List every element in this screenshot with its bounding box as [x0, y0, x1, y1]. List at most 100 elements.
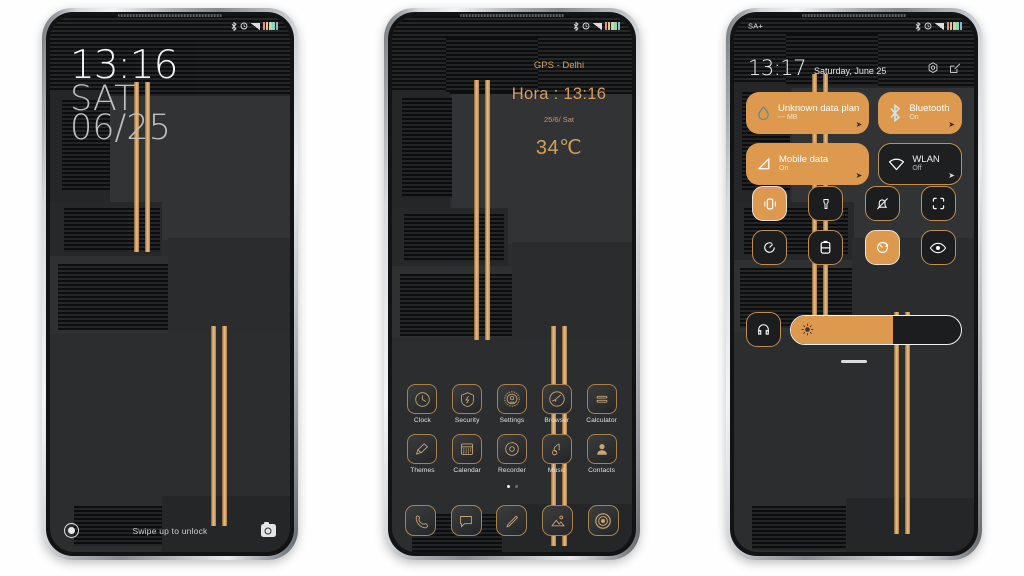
signal-icon: [592, 22, 602, 30]
app-label: Security: [454, 417, 480, 424]
camera-icon[interactable]: [587, 505, 619, 536]
tile-reading-mode[interactable]: [920, 230, 956, 265]
chevron-expand-icon[interactable]: ➤: [856, 120, 863, 129]
phone-bezel: SA+ 13:17 Saturday, June 25 Unknown data…: [730, 12, 978, 556]
mobile-data-icon: [756, 156, 772, 172]
app-item-settings[interactable]: Settings: [490, 384, 535, 424]
phone-icon[interactable]: [405, 505, 437, 536]
tile-subtitle: On: [779, 165, 789, 173]
screenshot-canvas: 13:16 SAT 06/25 Swipe up to unlock GPS -…: [0, 0, 1024, 576]
widget-temperature: 34℃: [535, 137, 583, 159]
tile-text: WLAN Off: [912, 155, 939, 174]
tile-text: Bluetooth On: [909, 104, 949, 123]
widget-time: Hora : 13:16: [511, 85, 607, 103]
page-dot-active[interactable]: [506, 485, 510, 488]
app-label: Calendar: [453, 467, 481, 474]
lockscreen-bottom-bar: Swipe up to unlock: [50, 522, 290, 538]
app-item-clock[interactable]: Clock: [400, 384, 445, 424]
headphone-icon[interactable]: [746, 312, 781, 347]
tile-vibrate[interactable]: [752, 186, 788, 221]
panel-drag-handle[interactable]: [841, 360, 867, 363]
music-note-icon: [541, 434, 572, 464]
clock-icon: [407, 384, 438, 414]
screen-quicksettings: SA+ 13:17 Saturday, June 25 Unknown data…: [734, 16, 974, 552]
tile-data-plan[interactable]: Unknown data plan --- MB ➤: [746, 92, 870, 134]
app-item-recorder[interactable]: Recorder: [490, 434, 535, 474]
brightness-slider[interactable]: [790, 314, 962, 345]
page-indicator: [392, 485, 632, 488]
clock-weather-widget[interactable]: GPS - Delhi Hora : 13:16 25/6/ Sat 34℃: [500, 60, 618, 160]
bluetooth-icon: [915, 21, 921, 31]
app-item-browser[interactable]: Browser: [534, 384, 579, 424]
battery-icon: [604, 22, 620, 30]
gear-icon[interactable]: [926, 61, 940, 75]
brush-icon: [407, 434, 438, 464]
tile-screenshot[interactable]: [920, 186, 956, 221]
battery-icon: [946, 22, 962, 30]
page-dot[interactable]: [514, 485, 518, 488]
signal-icon: [250, 22, 260, 30]
lockscreen-clock: 13:16 SAT 06/25: [70, 46, 178, 146]
app-label: Recorder: [498, 467, 526, 474]
app-item-calculator[interactable]: Calculator: [579, 384, 624, 424]
tile-title: Mobile data: [779, 154, 829, 165]
quick-settings-panel: 13:17 Saturday, June 25 Unknown data pla…: [734, 16, 974, 552]
bluetooth-icon: [573, 21, 579, 31]
tile-bluetooth[interactable]: Bluetooth On ➤: [878, 92, 962, 134]
edit-icon[interactable]: [948, 61, 962, 75]
message-icon[interactable]: [450, 505, 482, 536]
app-label: Clock: [413, 417, 431, 424]
phone-device-quicksettings: SA+ 13:17 Saturday, June 25 Unknown data…: [726, 8, 982, 560]
tile-title: Unknown data plan: [778, 103, 860, 114]
tile-text: Unknown data plan --- MB: [778, 104, 859, 123]
tile-sync[interactable]: [864, 230, 900, 265]
app-item-security[interactable]: Security: [445, 384, 490, 424]
gallery-icon[interactable]: [542, 505, 574, 536]
chevron-expand-icon[interactable]: ➤: [856, 171, 863, 180]
phone-bezel: 13:16 SAT 06/25 Swipe up to unlock: [46, 12, 294, 556]
earpiece-grille: [801, 14, 907, 17]
tile-auto-rotate[interactable]: [752, 230, 788, 265]
tile-mute-bell[interactable]: [864, 186, 900, 221]
tile-flashlight[interactable]: [808, 186, 844, 221]
app-item-calendar[interactable]: Calendar: [445, 434, 490, 474]
wallpaper-gold-stripe: [485, 80, 490, 340]
battery-icon: [262, 22, 278, 30]
unlock-hint: Swipe up to unlock: [132, 525, 208, 536]
brightness-fill: [791, 315, 893, 344]
signal-icon: [934, 22, 944, 30]
data-drop-icon: [756, 105, 771, 122]
app-item-themes[interactable]: Themes: [400, 434, 445, 474]
chevron-expand-icon[interactable]: ➤: [948, 120, 955, 129]
shield-icon: [452, 384, 483, 414]
app-item-contacts[interactable]: Contacts: [579, 434, 624, 474]
tile-subtitle: On: [909, 114, 919, 122]
widget-date: 25/6/ Sat: [543, 115, 575, 124]
phone-device-lockscreen: 13:16 SAT 06/25 Swipe up to unlock: [42, 8, 298, 560]
app-item-music[interactable]: Music: [534, 434, 579, 474]
person-icon: [586, 434, 617, 464]
tile-wlan[interactable]: WLAN Off ➤: [878, 143, 962, 185]
wallpaper-gold-stripe: [222, 326, 227, 526]
calculator-icon: [586, 384, 617, 414]
app-label: Themes: [410, 467, 435, 474]
tile-mobile-data[interactable]: Mobile data On ➤: [746, 143, 870, 185]
camera-icon[interactable]: [260, 522, 276, 537]
tile-battery-saver[interactable]: [808, 230, 844, 265]
phone-bezel: GPS - Delhi Hora : 13:16 25/6/ Sat 34℃ C…: [388, 12, 636, 556]
app-label: Contacts: [588, 467, 615, 474]
tile-text: Mobile data On: [779, 155, 828, 174]
status-bar: [50, 16, 290, 36]
app-label: Browser: [544, 417, 570, 424]
dock: [398, 505, 626, 536]
screen-lockscreen: 13:16 SAT 06/25 Swipe up to unlock: [50, 16, 290, 552]
app-label: Music: [547, 467, 566, 474]
screen-homescreen: GPS - Delhi Hora : 13:16 25/6/ Sat 34℃ C…: [392, 16, 632, 552]
tile-subtitle: Off: [912, 165, 922, 173]
panel-header: 13:17 Saturday, June 25: [748, 56, 962, 80]
fingerprint-icon[interactable]: [64, 523, 79, 538]
earpiece-grille: [117, 14, 223, 17]
notes-pencil-icon[interactable]: [496, 505, 528, 536]
chevron-expand-icon[interactable]: ➤: [948, 171, 955, 180]
record-icon: [496, 434, 527, 464]
